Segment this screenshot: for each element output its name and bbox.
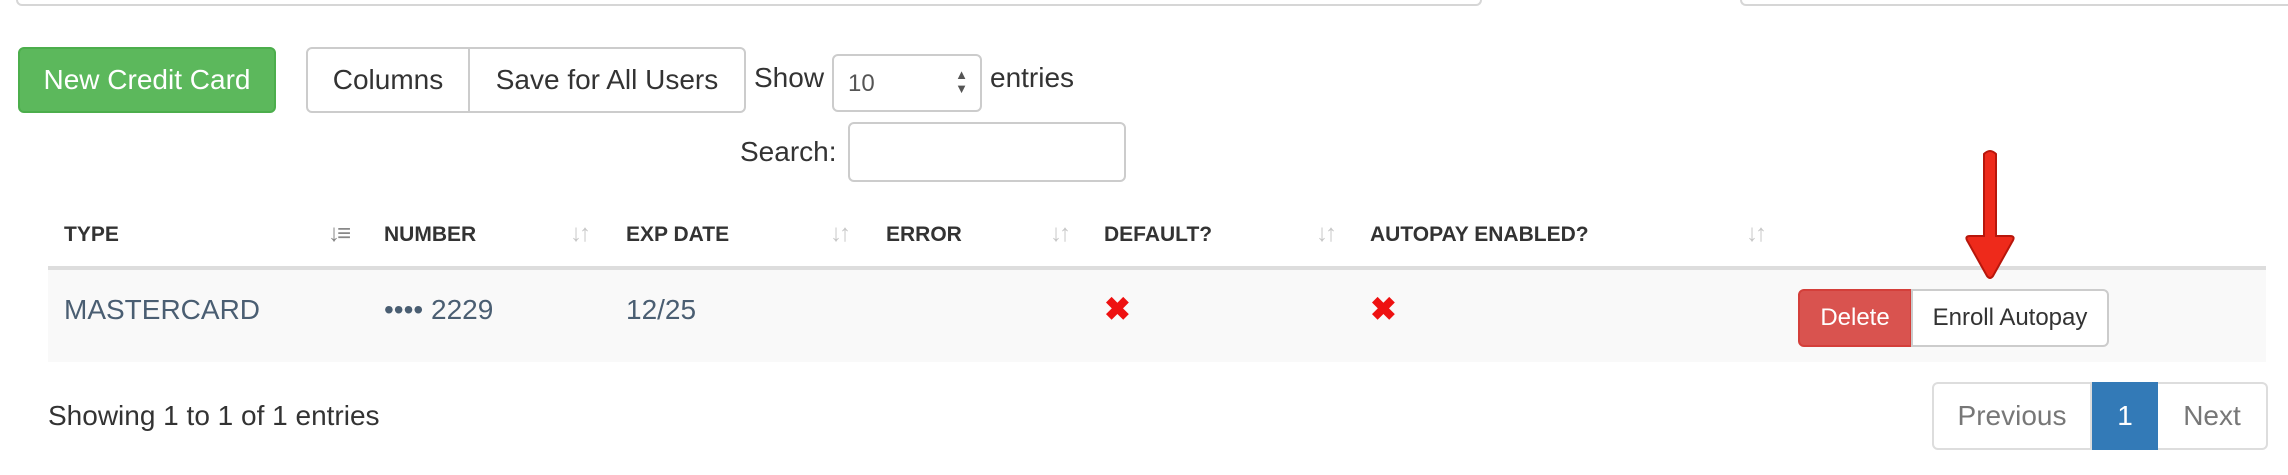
header-autopay-enabled[interactable]: AUTOPAY ENABLED? bbox=[1370, 223, 1589, 247]
sort-icon[interactable]: ↓↑ bbox=[1746, 220, 1767, 248]
red-down-arrow-icon bbox=[1965, 150, 2015, 279]
delete-button[interactable]: Delete bbox=[1798, 289, 1912, 347]
page-size-select[interactable]: 10 ▲ ▼ bbox=[832, 54, 982, 112]
previous-page-button[interactable]: Previous bbox=[1932, 382, 2092, 450]
sort-icon[interactable]: ↓↑ bbox=[1316, 220, 1337, 248]
sort-icon[interactable]: ↓↑ bbox=[570, 220, 591, 248]
page-size-value: 10 bbox=[848, 70, 875, 97]
new-credit-card-button[interactable]: New Credit Card bbox=[18, 47, 276, 113]
table-info: Showing 1 to 1 of 1 entries bbox=[48, 400, 380, 431]
column-button-group: Columns Save for All Users bbox=[306, 47, 746, 113]
default-no-icon: ✖ bbox=[1104, 291, 1131, 327]
search-input[interactable] bbox=[848, 122, 1126, 182]
search-label: Search: bbox=[740, 136, 837, 167]
top-field-left bbox=[16, 0, 1482, 6]
header-default[interactable]: DEFAULT? bbox=[1104, 223, 1212, 247]
header-type[interactable]: TYPE bbox=[64, 223, 119, 247]
entries-label: entries bbox=[990, 62, 1075, 93]
enroll-autopay-button[interactable]: Enroll Autopay bbox=[1911, 289, 2109, 347]
cell-type: MASTERCARD bbox=[64, 294, 261, 325]
sort-active-icon[interactable]: ↓≡ bbox=[328, 220, 351, 248]
cell-number: •••• 2229 bbox=[384, 294, 494, 325]
columns-button[interactable]: Columns bbox=[306, 47, 470, 113]
save-for-all-users-button[interactable]: Save for All Users bbox=[470, 47, 746, 113]
select-arrows-icon: ▲ ▼ bbox=[955, 67, 968, 96]
pagination: Previous 1 Next bbox=[1932, 382, 2268, 450]
next-page-button[interactable]: Next bbox=[2158, 382, 2268, 450]
header-exp-date[interactable]: EXP DATE bbox=[626, 223, 729, 247]
header-error[interactable]: ERROR bbox=[886, 223, 962, 247]
page-1-button[interactable]: 1 bbox=[2092, 382, 2158, 450]
top-field-right bbox=[1740, 0, 2288, 6]
header-number[interactable]: NUMBER bbox=[384, 223, 476, 247]
show-label: Show bbox=[754, 62, 825, 93]
cell-exp-date: 12/25 bbox=[626, 294, 697, 325]
autopay-no-icon: ✖ bbox=[1370, 291, 1397, 327]
sort-icon[interactable]: ↓↑ bbox=[830, 220, 851, 248]
sort-icon[interactable]: ↓↑ bbox=[1050, 220, 1071, 248]
